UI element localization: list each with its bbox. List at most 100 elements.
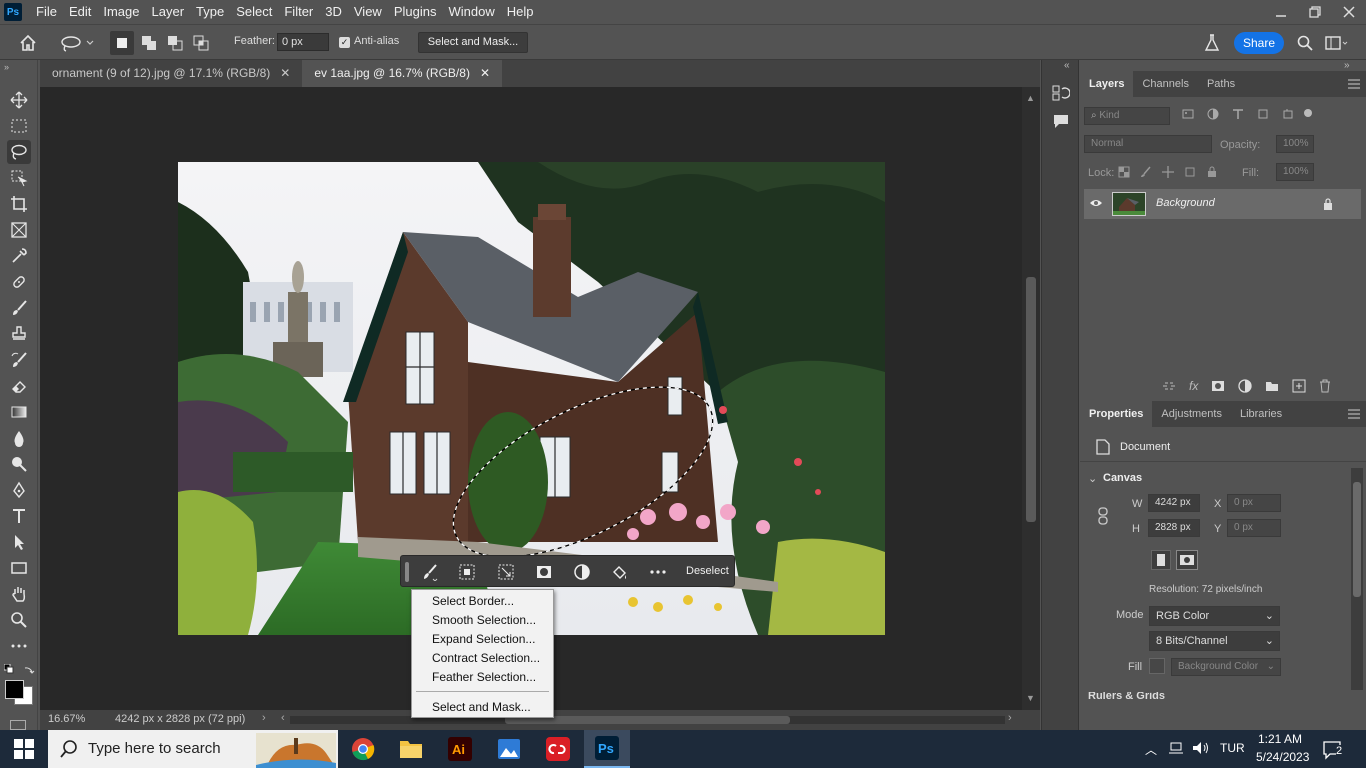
- minimize-icon[interactable]: [1264, 0, 1298, 24]
- menu-view[interactable]: View: [348, 0, 388, 24]
- menu-3d[interactable]: 3D: [319, 0, 348, 24]
- creative-cloud-icon[interactable]: [535, 730, 581, 768]
- lock-transparent-icon[interactable]: [1118, 166, 1130, 178]
- subtract-selection-icon[interactable]: [163, 31, 187, 55]
- marquee-tool-icon[interactable]: [7, 114, 31, 138]
- anti-alias-checkbox[interactable]: ✓: [339, 37, 350, 48]
- restore-icon[interactable]: [1298, 0, 1332, 24]
- layer-row-background[interactable]: Background: [1084, 189, 1361, 219]
- fill-selection-icon[interactable]: [609, 561, 631, 583]
- lasso-tool-icon[interactable]: [7, 140, 31, 164]
- scroll-down-icon[interactable]: ▼: [1026, 693, 1035, 703]
- drag-handle[interactable]: [405, 562, 409, 582]
- status-menu-icon[interactable]: ›: [262, 712, 266, 724]
- tab-libraries[interactable]: Libraries: [1231, 401, 1291, 427]
- properties-scrollbar-thumb[interactable]: [1353, 482, 1361, 597]
- tab-ornament[interactable]: ornament (9 of 12).jpg @ 17.1% (RGB/8) ✕: [40, 60, 302, 87]
- menu-image[interactable]: Image: [97, 0, 145, 24]
- rectangle-tool-icon[interactable]: [7, 556, 31, 580]
- menu-item-smooth-selection[interactable]: Smooth Selection...: [432, 613, 536, 627]
- workspace-icon[interactable]: [1324, 31, 1350, 55]
- blend-mode-select[interactable]: Normal: [1084, 135, 1212, 153]
- new-layer-icon[interactable]: [1292, 379, 1306, 393]
- panel-menu-icon[interactable]: [1348, 409, 1360, 419]
- menu-item-select-border[interactable]: Select Border...: [432, 594, 514, 608]
- filter-toggle[interactable]: [1304, 109, 1312, 117]
- tab-layers[interactable]: Layers: [1080, 71, 1134, 97]
- home-icon[interactable]: [14, 31, 42, 55]
- panel-menu-icon[interactable]: [1348, 79, 1360, 89]
- tab-ev-1aa[interactable]: ev 1aa.jpg @ 16.7% (RGB/8) ✕: [302, 60, 502, 87]
- object-selection-tool-icon[interactable]: [7, 166, 31, 190]
- new-adjustment-icon[interactable]: [1238, 379, 1252, 393]
- intersect-selection-icon[interactable]: [189, 31, 213, 55]
- landscape-orientation-icon[interactable]: [1176, 550, 1198, 570]
- zoom-level[interactable]: 16.67%: [48, 713, 85, 725]
- notifications-icon[interactable]: 2: [1322, 739, 1346, 761]
- shape-filter-icon[interactable]: [1257, 108, 1269, 120]
- more-options-icon[interactable]: [647, 561, 669, 583]
- delete-layer-icon[interactable]: [1319, 379, 1331, 393]
- history-panel-icon[interactable]: [1052, 84, 1070, 102]
- close-tab-icon[interactable]: ✕: [480, 60, 490, 87]
- quick-mask-icon[interactable]: [10, 720, 26, 730]
- modify-selection-icon[interactable]: [419, 561, 441, 583]
- tray-chevron-icon[interactable]: ︿: [1145, 741, 1157, 758]
- menu-layer[interactable]: Layer: [146, 0, 191, 24]
- select-and-mask-button[interactable]: Select and Mask...: [418, 32, 528, 53]
- photos-icon[interactable]: [486, 730, 532, 768]
- zoom-tool-icon[interactable]: [7, 608, 31, 632]
- taskbar-search[interactable]: Type here to search: [48, 730, 338, 768]
- menu-item-expand-selection[interactable]: Expand Selection...: [432, 632, 535, 646]
- add-selection-icon[interactable]: [137, 31, 161, 55]
- swap-colors-icon[interactable]: [23, 664, 35, 676]
- opacity-input[interactable]: 100%: [1276, 135, 1314, 153]
- lock-position-icon[interactable]: [1162, 166, 1174, 178]
- foreground-color-swatch[interactable]: [5, 680, 24, 699]
- lock-artboard-icon[interactable]: [1184, 166, 1196, 178]
- scroll-up-icon[interactable]: ▲: [1026, 93, 1035, 103]
- frame-tool-icon[interactable]: [7, 218, 31, 242]
- canvas-chevron-icon[interactable]: ⌄: [1088, 472, 1097, 485]
- fill-color-swatch[interactable]: [1149, 658, 1165, 674]
- menu-filter[interactable]: Filter: [278, 0, 319, 24]
- file-explorer-icon[interactable]: [388, 730, 434, 768]
- share-button[interactable]: Share: [1234, 32, 1284, 54]
- invert-selection-icon[interactable]: [456, 561, 478, 583]
- add-mask-icon[interactable]: [1211, 380, 1225, 392]
- clock-time[interactable]: 1:21 AM: [1258, 732, 1302, 746]
- menu-plugins[interactable]: Plugins: [388, 0, 443, 24]
- vertical-scrollbar[interactable]: ▲ ▼: [1022, 87, 1040, 710]
- menu-select[interactable]: Select: [230, 0, 278, 24]
- move-tool-icon[interactable]: [7, 88, 31, 112]
- illustrator-icon[interactable]: Ai: [437, 730, 483, 768]
- menu-help[interactable]: Help: [501, 0, 540, 24]
- hscroll-left-icon[interactable]: ‹: [281, 712, 285, 724]
- fx-icon[interactable]: fx: [1189, 379, 1198, 393]
- menu-type[interactable]: Type: [190, 0, 230, 24]
- link-dimensions-icon[interactable]: [1098, 507, 1108, 525]
- create-mask-icon[interactable]: [533, 561, 555, 583]
- photoshop-icon[interactable]: Ps: [584, 730, 630, 768]
- pixel-filter-icon[interactable]: [1182, 108, 1194, 120]
- bit-depth-select[interactable]: 8 Bits/Channel ⌄: [1149, 631, 1280, 651]
- height-input[interactable]: 2828 px: [1148, 519, 1200, 537]
- menu-item-feather-selection[interactable]: Feather Selection...: [432, 670, 536, 684]
- network-icon[interactable]: [1168, 740, 1184, 756]
- clone-stamp-tool-icon[interactable]: [7, 322, 31, 346]
- canvas-section-title[interactable]: Canvas: [1103, 472, 1142, 484]
- lock-all-icon[interactable]: [1206, 166, 1218, 178]
- hand-tool-icon[interactable]: [7, 582, 31, 606]
- collapse-icon[interactable]: »: [4, 62, 9, 72]
- smart-object-filter-icon[interactable]: [1282, 108, 1294, 120]
- type-filter-icon[interactable]: [1232, 108, 1244, 120]
- feather-input[interactable]: 0 px: [277, 33, 329, 51]
- tab-adjustments[interactable]: Adjustments: [1152, 401, 1231, 427]
- menu-window[interactable]: Window: [442, 0, 500, 24]
- color-mode-select[interactable]: RGB Color ⌄: [1149, 606, 1280, 626]
- brush-tool-icon[interactable]: [7, 296, 31, 320]
- menu-file[interactable]: File: [30, 0, 63, 24]
- deselect-button[interactable]: Deselect: [686, 565, 729, 577]
- y-input[interactable]: 0 px: [1227, 519, 1281, 537]
- adjustment-filter-icon[interactable]: [1207, 108, 1219, 120]
